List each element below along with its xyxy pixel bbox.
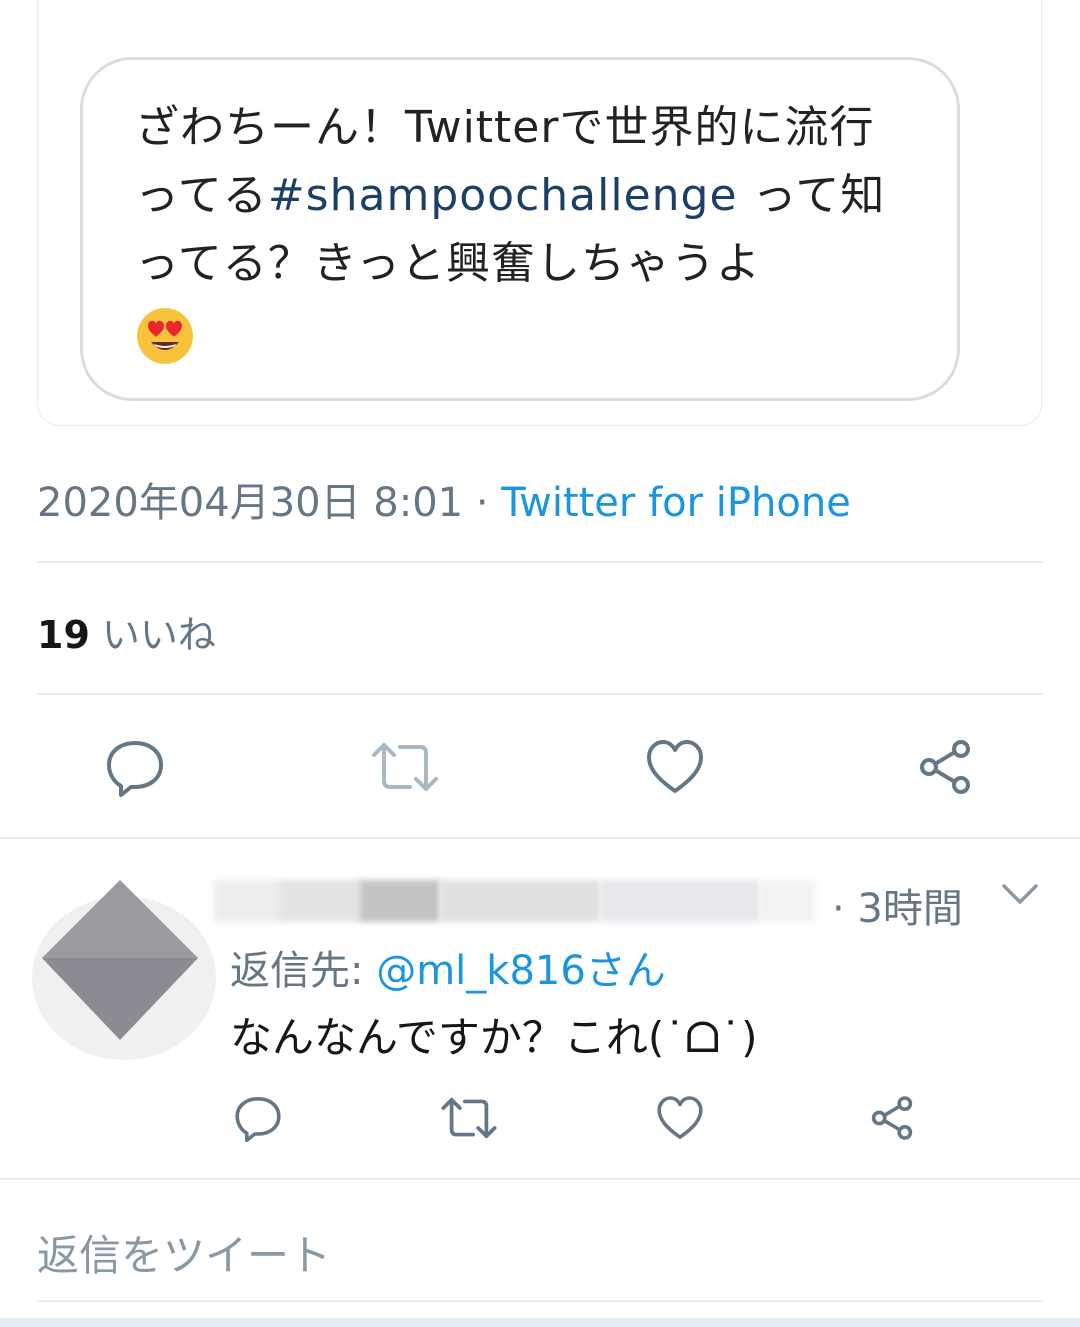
tweet-timestamp[interactable]: 2020年04月30日 8:01 bbox=[37, 480, 463, 526]
divider bbox=[37, 561, 1043, 563]
reply-icon bbox=[107, 741, 163, 797]
avatar[interactable] bbox=[20, 870, 220, 1070]
section-divider bbox=[0, 1178, 1080, 1180]
retweet-button[interactable] bbox=[368, 735, 442, 799]
retweet-icon bbox=[372, 743, 438, 791]
reply-to-line: 返信先: @ml_k816さん bbox=[230, 938, 666, 996]
quoted-tweet-text: ざわちーん！Twitterで世界的に流行ってる#shampoochallenge… bbox=[135, 94, 917, 366]
likes-stat[interactable]: 19 いいね bbox=[37, 604, 216, 659]
like-icon bbox=[647, 740, 703, 793]
username-redacted bbox=[214, 880, 284, 922]
divider bbox=[37, 693, 1043, 695]
username-redacted bbox=[760, 880, 815, 922]
tweet-source-link[interactable]: Twitter for iPhone bbox=[501, 480, 851, 526]
reply-text: なんなんですか？これ(˙ᗝ˙) bbox=[230, 1013, 758, 1062]
like-button[interactable] bbox=[642, 735, 708, 799]
username-redacted bbox=[440, 880, 600, 922]
quoted-tweet-bubble: ざわちーん！Twitterで世界的に流行ってる#shampoochallenge… bbox=[80, 57, 960, 401]
likes-count: 19 bbox=[37, 613, 90, 657]
reply-composer[interactable]: 返信をツイート bbox=[37, 1222, 331, 1283]
reply-reply-button[interactable] bbox=[230, 1090, 286, 1146]
bottom-strip bbox=[0, 1318, 1080, 1327]
share-icon bbox=[871, 1096, 913, 1140]
likes-label: いいね bbox=[101, 613, 216, 657]
meta-separator: · bbox=[463, 480, 502, 526]
reply-icon bbox=[235, 1097, 281, 1142]
reply-timestamp[interactable]: · 3時間 bbox=[832, 876, 963, 934]
heart-eyes-emoji-icon bbox=[137, 308, 193, 364]
reply-to-label: 返信先: bbox=[230, 948, 377, 994]
chevron-down-icon[interactable] bbox=[1000, 880, 1040, 910]
section-divider bbox=[0, 837, 1080, 839]
share-button[interactable] bbox=[912, 735, 978, 799]
reply-like-button[interactable] bbox=[652, 1090, 708, 1146]
retweet-icon bbox=[441, 1097, 497, 1139]
like-icon bbox=[657, 1096, 703, 1139]
reply-to-handle[interactable]: @ml_k816さん bbox=[376, 948, 666, 994]
hashtag-link[interactable]: #shampoochallenge bbox=[268, 170, 738, 221]
reply-share-button[interactable] bbox=[864, 1090, 920, 1146]
username-redacted bbox=[280, 880, 362, 922]
username-redacted bbox=[600, 880, 760, 922]
reply-retweet-button[interactable] bbox=[438, 1090, 500, 1146]
share-icon bbox=[920, 740, 970, 794]
tweet-meta: 2020年04月30日 8:01 · Twitter for iPhone bbox=[37, 470, 851, 528]
reply-button[interactable] bbox=[100, 735, 170, 799]
username-redacted bbox=[360, 880, 440, 922]
divider bbox=[37, 1300, 1043, 1302]
